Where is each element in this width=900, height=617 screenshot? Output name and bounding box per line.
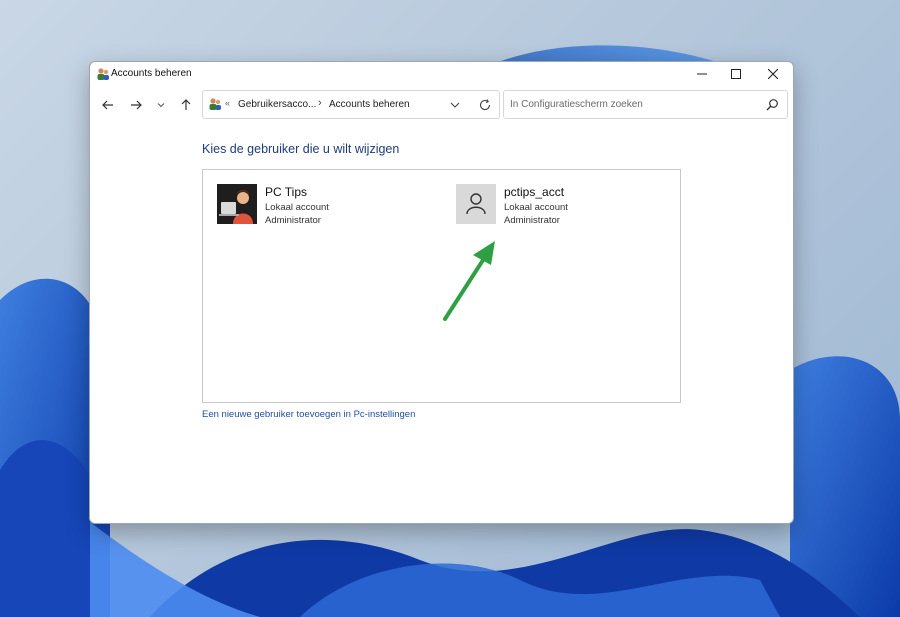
chevron-down-icon	[157, 103, 165, 108]
account-role: Administrator	[504, 215, 560, 226]
arrow-up-icon	[181, 99, 191, 110]
account-name: PC Tips	[265, 185, 308, 199]
page-heading: Kies de gebruiker die u wilt wijzigen	[202, 142, 400, 156]
account-name: pctips_acct	[504, 185, 565, 199]
account-role: Administrator	[265, 215, 321, 226]
overflow-chevron-icon: «	[225, 98, 231, 108]
breadcrumb-manage-accounts[interactable]: Accounts beheren	[329, 99, 410, 110]
refresh-icon[interactable]	[477, 97, 493, 113]
search-placeholder: In Configuratiescherm zoeken	[510, 99, 643, 110]
back-button[interactable]	[98, 95, 118, 115]
navigation-bar: « Gebruikersacco... › Accounts beheren I…	[90, 86, 793, 122]
avatar	[217, 184, 257, 224]
accounts-list: PC Tips Lokaal account Administrator pct…	[202, 169, 681, 403]
close-icon	[768, 69, 778, 79]
minimize-button[interactable]	[684, 62, 720, 86]
breadcrumb-separator-icon: ›	[318, 97, 322, 109]
recent-locations-button[interactable]	[151, 95, 171, 115]
chevron-down-icon[interactable]	[448, 98, 462, 112]
breadcrumb-user-accounts[interactable]: Gebruikersacco...	[238, 99, 316, 110]
arrow-left-icon	[102, 100, 113, 110]
account-type: Lokaal account	[504, 202, 568, 213]
account-pctips-acct[interactable]: pctips_acct Lokaal account Administrator	[456, 183, 656, 227]
user-accounts-icon	[97, 68, 109, 80]
address-bar[interactable]: « Gebruikersacco... › Accounts beheren	[202, 90, 500, 119]
account-pc-tips[interactable]: PC Tips Lokaal account Administrator	[217, 183, 417, 227]
maximize-icon	[731, 69, 741, 79]
minimize-icon	[697, 73, 707, 75]
close-button[interactable]	[755, 62, 791, 86]
user-accounts-icon	[209, 98, 221, 110]
accounts-window: Accounts beheren « Gebruikersacco... › A…	[89, 61, 794, 524]
arrow-right-icon	[131, 100, 142, 110]
search-icon	[766, 99, 778, 111]
window-title: Accounts beheren	[111, 68, 192, 79]
account-type: Lokaal account	[265, 202, 329, 213]
search-input[interactable]: In Configuratiescherm zoeken	[503, 90, 788, 119]
add-user-link[interactable]: Een nieuwe gebruiker toevoegen in Pc-ins…	[202, 409, 415, 420]
up-button[interactable]	[176, 95, 196, 115]
maximize-button[interactable]	[718, 62, 754, 86]
default-user-avatar-icon	[456, 184, 496, 224]
forward-button[interactable]	[126, 95, 146, 115]
title-bar: Accounts beheren	[90, 62, 793, 86]
